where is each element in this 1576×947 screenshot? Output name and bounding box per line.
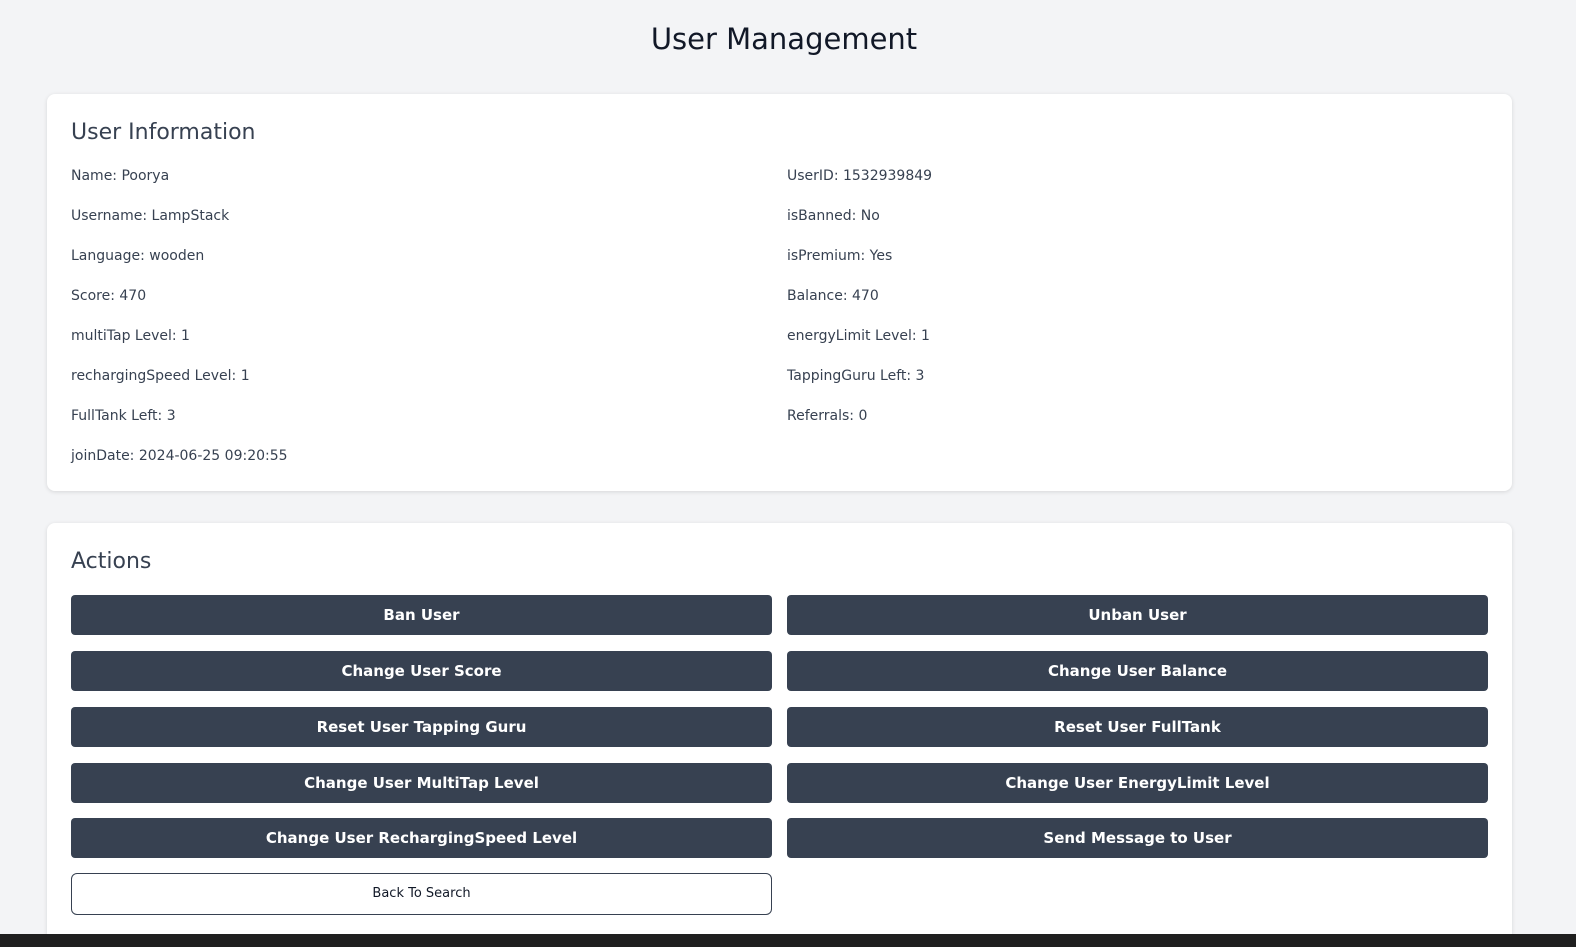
info-language: Language: wooden bbox=[71, 248, 205, 264]
ban-user-button[interactable]: Ban User bbox=[71, 595, 772, 635]
change-user-balance-button[interactable]: Change User Balance bbox=[787, 651, 1488, 691]
page-title: User Management bbox=[650, 22, 918, 56]
actions-heading: Actions bbox=[71, 549, 152, 574]
info-is-premium: isPremium: Yes bbox=[787, 248, 893, 264]
info-recharging-speed-level: rechargingSpeed Level: 1 bbox=[71, 368, 250, 384]
user-info-right-column: UserID: 1532939849 isBanned: No isPremiu… bbox=[787, 166, 1477, 446]
info-balance: Balance: 470 bbox=[787, 288, 879, 304]
info-referrals: Referrals: 0 bbox=[787, 408, 868, 424]
info-multitap-level: multiTap Level: 1 bbox=[71, 328, 190, 344]
info-is-banned: isBanned: No bbox=[787, 208, 880, 224]
info-fulltank-left: FullTank Left: 3 bbox=[71, 408, 176, 424]
info-join-date: joinDate: 2024-06-25 09:20:55 bbox=[71, 448, 288, 464]
info-score: Score: 470 bbox=[71, 288, 147, 304]
info-user-id: UserID: 1532939849 bbox=[787, 168, 933, 184]
info-username: Username: LampStack bbox=[71, 208, 230, 224]
send-message-button[interactable]: Send Message to User bbox=[787, 818, 1488, 858]
unban-user-button[interactable]: Unban User bbox=[787, 595, 1488, 635]
taskbar-strip bbox=[0, 934, 1576, 947]
change-user-score-button[interactable]: Change User Score bbox=[71, 651, 772, 691]
info-name: Name: Poorya bbox=[71, 168, 170, 184]
info-tapping-guru-left: TappingGuru Left: 3 bbox=[787, 368, 925, 384]
user-info-left-column: Name: Poorya Username: LampStack Languag… bbox=[71, 166, 761, 486]
back-to-search-button[interactable]: Back To Search bbox=[71, 873, 772, 915]
change-energy-limit-level-button[interactable]: Change User EnergyLimit Level bbox=[787, 763, 1488, 803]
info-energy-limit-level: energyLimit Level: 1 bbox=[787, 328, 930, 344]
change-recharging-speed-level-button[interactable]: Change User RechargingSpeed Level bbox=[71, 818, 772, 858]
change-multitap-level-button[interactable]: Change User MultiTap Level bbox=[71, 763, 772, 803]
user-information-heading: User Information bbox=[71, 120, 256, 145]
reset-fulltank-button[interactable]: Reset User FullTank bbox=[787, 707, 1488, 747]
user-information-card: User Information Name: Poorya Username: … bbox=[47, 94, 1512, 491]
reset-tapping-guru-button[interactable]: Reset User Tapping Guru bbox=[71, 707, 772, 747]
actions-card: Actions Ban User Unban User Change User … bbox=[47, 523, 1512, 943]
